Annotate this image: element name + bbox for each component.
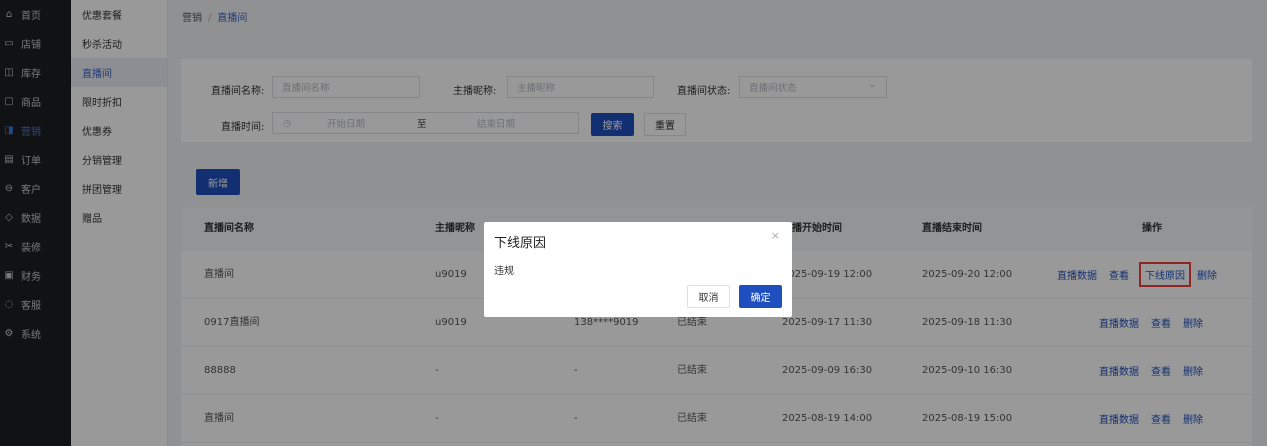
offline-reason-dialog: 下线原因 × 违规 取消 确定 [484, 222, 792, 317]
confirm-button[interactable]: 确定 [739, 285, 782, 308]
dialog-message: 违规 [494, 266, 514, 277]
dialog-title: 下线原因 [494, 236, 547, 251]
cancel-button[interactable]: 取消 [687, 285, 730, 308]
close-icon[interactable]: × [771, 229, 780, 242]
